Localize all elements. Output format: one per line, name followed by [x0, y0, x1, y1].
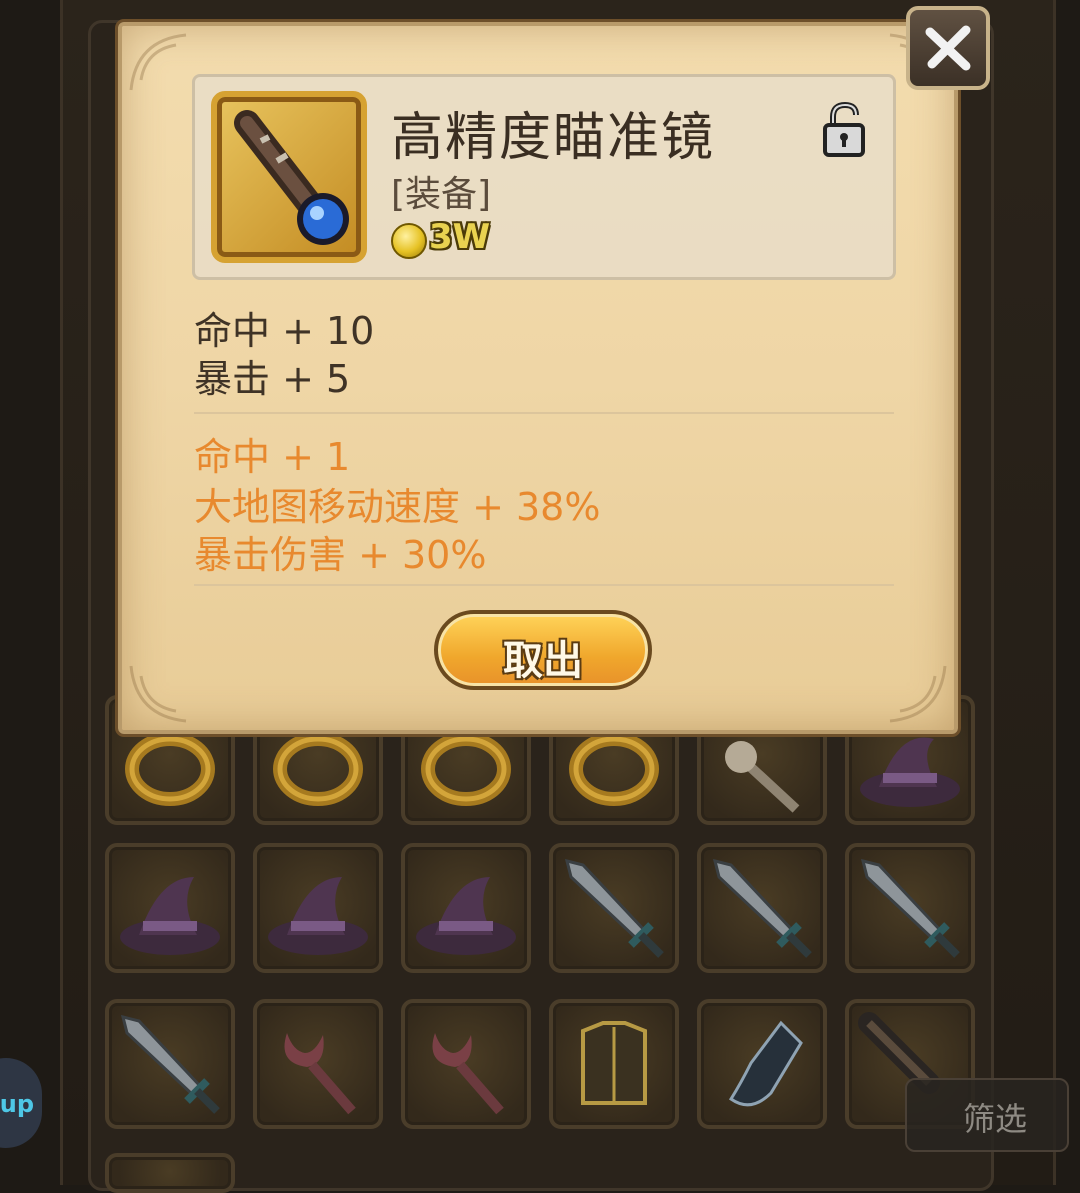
bonus-stat: 暴击伤害 + 30%	[194, 533, 487, 577]
wizard-hat-icon	[268, 877, 368, 955]
item-header: 高精度瞄准镜 [装备] 3W	[192, 74, 896, 280]
take-out-label: 取出	[503, 638, 583, 684]
armor-icon	[581, 1021, 647, 1105]
close-icon	[925, 25, 971, 71]
inventory-slot[interactable]	[401, 843, 531, 973]
divider	[194, 412, 894, 414]
inventory-slot[interactable]	[401, 999, 531, 1129]
side-bubble[interactable]: up	[0, 1058, 42, 1148]
close-button[interactable]	[906, 6, 990, 90]
wizard-hat-icon	[120, 877, 220, 955]
coin-icon	[391, 223, 427, 259]
item-price: 3W	[429, 217, 491, 257]
side-bubble-label: up	[0, 1090, 34, 1118]
inventory-slot[interactable]	[105, 843, 235, 973]
gauntlet-icon	[728, 1020, 803, 1107]
bonus-stat: 大地图移动速度 + 38%	[194, 485, 601, 529]
sword-icon	[712, 858, 812, 958]
inventory-slot[interactable]	[845, 843, 975, 973]
inventory-slot[interactable]	[253, 999, 383, 1129]
filter-button-label: 筛选	[963, 1100, 1028, 1138]
claw-staff-icon	[432, 1033, 504, 1115]
corner-ornament-icon	[129, 665, 187, 723]
divider	[194, 584, 894, 586]
bonus-stat: 命中 + 1	[194, 435, 351, 479]
sword-icon	[860, 858, 960, 958]
inventory-slot[interactable]	[253, 843, 383, 973]
inventory-slot[interactable]	[105, 999, 235, 1129]
spyglass-icon	[234, 110, 349, 245]
corner-ornament-icon	[129, 33, 187, 91]
item-title: 高精度瞄准镜	[391, 108, 716, 168]
item-detail-popup: 高精度瞄准镜 [装备] 3W 命中 + 10 暴击 + 5 命中 + 1 大地图…	[118, 22, 958, 734]
sword-icon	[564, 858, 664, 958]
filter-button[interactable]: 筛选	[905, 1078, 1069, 1152]
sword-icon	[120, 1014, 220, 1114]
inventory-slot[interactable]	[549, 999, 679, 1129]
base-stat: 命中 + 10	[194, 309, 375, 353]
item-icon-frame	[211, 91, 367, 263]
base-stat: 暴击 + 5	[194, 357, 351, 401]
inventory-slot[interactable]	[549, 843, 679, 973]
inventory-slot[interactable]	[697, 843, 827, 973]
claw-staff-icon	[284, 1033, 356, 1115]
wizard-hat-icon	[416, 877, 516, 955]
inventory-slot[interactable]	[105, 1153, 235, 1193]
item-category: [装备]	[391, 174, 492, 215]
corner-ornament-icon	[889, 665, 947, 723]
take-out-button[interactable]: 取出	[434, 610, 652, 690]
unlock-icon[interactable]	[821, 101, 867, 159]
inventory-slot[interactable]	[697, 999, 827, 1129]
